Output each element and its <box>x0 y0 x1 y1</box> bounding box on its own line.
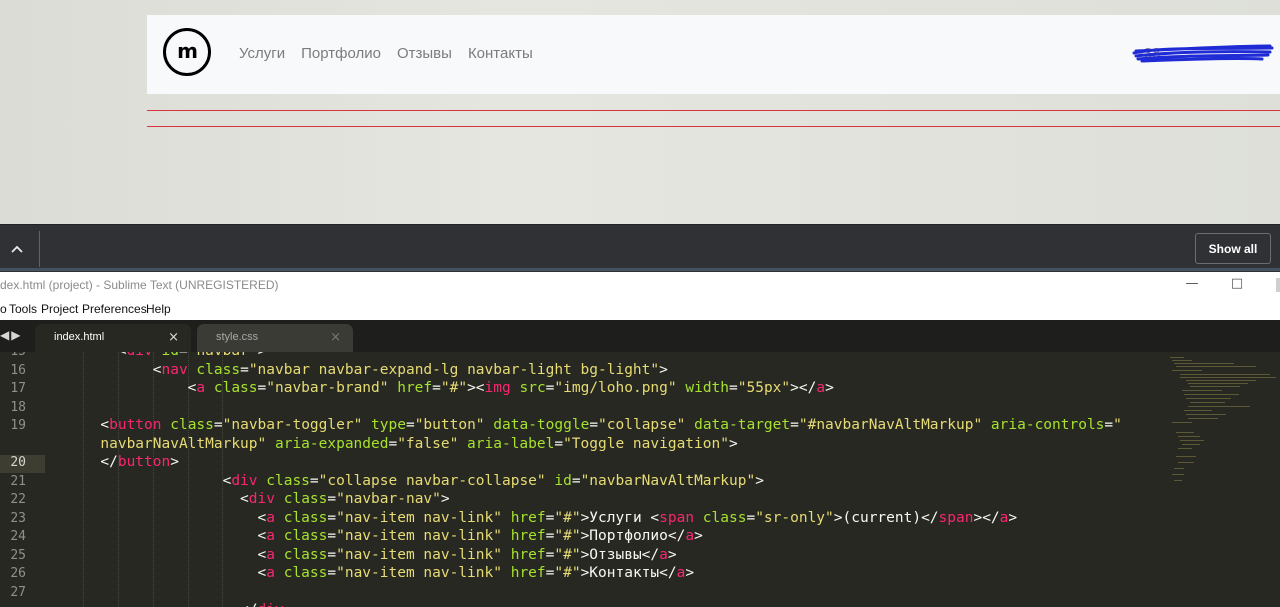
code-line: navbarNavAltMarkup" aria-expanded="false… <box>48 435 738 452</box>
site-nav-links: Услуги Портфолио Отзывы Контакты <box>239 45 549 62</box>
line-number: 15 <box>0 352 26 359</box>
window-edge-shadow <box>0 268 1280 271</box>
red-rule-bottom <box>147 126 1280 127</box>
minimap-line <box>1182 444 1200 445</box>
close-icon[interactable]: × <box>168 330 179 345</box>
menu-preferences[interactable]: Preferences <box>82 302 147 316</box>
show-all-button[interactable]: Show all <box>1195 233 1271 264</box>
line-number: 23 <box>10 510 26 526</box>
minimap-line <box>1170 357 1184 358</box>
tab-style-css[interactable]: style.css × <box>197 324 353 352</box>
line-number: 22 <box>10 492 26 507</box>
minimap-line <box>1184 410 1212 411</box>
minimap-line <box>1178 436 1200 437</box>
code-editor[interactable]: 15 16 17 18 19 20 21 22 23 24 25 26 27 <div id="navb… <box>0 352 1280 607</box>
download-bar-divider <box>39 231 40 267</box>
line-number: 21 <box>10 473 26 489</box>
code-line: <a class="nav-item nav-link" href="#">Ус… <box>48 509 1018 526</box>
minimap-line <box>1174 363 1234 364</box>
minimap-line <box>1172 360 1192 361</box>
tab-scroll-arrows-icon[interactable]: ◀▶ <box>0 328 22 342</box>
menu-tools[interactable]: Tools <box>9 302 37 316</box>
minimap-line <box>1172 474 1184 475</box>
close-icon[interactable] <box>1276 278 1280 292</box>
brand-logo[interactable]: m <box>163 28 211 76</box>
menu-project[interactable]: Project <box>41 302 78 316</box>
line-number: 19 <box>10 418 26 433</box>
minimap-line <box>1178 462 1194 463</box>
minimap-line <box>1172 422 1192 423</box>
menu-help[interactable]: Help <box>146 302 171 316</box>
minimap-line <box>1174 480 1182 481</box>
code-line: <div class="navbar-nav"> <box>48 491 450 507</box>
line-number-gutter: 15 16 17 18 19 20 21 22 23 24 25 26 27 <box>0 352 46 607</box>
tab-index-html[interactable]: index.html × <box>35 324 191 352</box>
line-number: 17 <box>10 381 26 396</box>
minimap-line <box>1172 370 1202 371</box>
line-number: 20 <box>10 455 26 470</box>
tab-label: index.html <box>54 331 105 343</box>
minimap-line <box>1188 418 1218 419</box>
menu-go[interactable]: o <box>0 302 7 316</box>
minimap-line <box>1176 366 1256 367</box>
minimap-line <box>1174 468 1184 469</box>
minimap-line <box>1184 394 1239 395</box>
close-icon[interactable]: × <box>330 330 341 345</box>
code-line: </button> <box>48 454 179 470</box>
minimap-line <box>1190 402 1225 403</box>
nav-link-contacts[interactable]: Контакты <box>468 45 533 62</box>
minimap-line <box>1188 406 1250 407</box>
code-line: <button class="navbar-toggler" type="but… <box>48 417 1122 433</box>
minimap-line <box>1176 432 1194 433</box>
red-rule-top <box>147 110 1280 111</box>
redaction-scribble <box>1132 44 1274 63</box>
tab-label: style.css <box>216 331 259 343</box>
code-line: <div id="navbar"> <box>48 352 266 359</box>
line-number: 25 <box>10 547 26 563</box>
nav-link-portfolio[interactable]: Портфолио <box>301 45 381 62</box>
chevron-up-icon[interactable] <box>6 239 28 259</box>
minimap[interactable] <box>1166 352 1280 492</box>
tab-bar: ◀▶ index.html × style.css × <box>0 320 1280 352</box>
code-line: <a class="nav-item nav-link" href="#">Ко… <box>48 565 695 581</box>
minimap-line <box>1180 377 1276 378</box>
minimap-line <box>1186 380 1256 381</box>
minimap-line <box>1190 386 1240 387</box>
brand-logo-text: m <box>177 38 198 63</box>
minimap-line <box>1180 374 1270 375</box>
line-number: 24 <box>10 529 26 544</box>
code-line: </div <box>48 602 284 607</box>
nav-link-services[interactable]: Услуги <box>239 45 285 62</box>
code-line: <a class="nav-item nav-link" href="#">По… <box>48 528 703 544</box>
minimap-line <box>1178 448 1192 449</box>
minimap-line <box>1186 414 1226 415</box>
code-line: <a class="nav-item nav-link" href="#">От… <box>48 546 677 563</box>
code-line: <a class="navbar-brand" href="#"><img sr… <box>48 380 834 396</box>
minimap-line <box>1186 398 1231 399</box>
code-line: <nav class="navbar navbar-expand-lg navb… <box>48 361 668 378</box>
line-number: 26 <box>10 566 26 581</box>
browser-page-preview: m Услуги Портфолио Отзывы Контакты +38 <box>0 0 1280 224</box>
window-title: dex.html (project) - Sublime Text (UNREG… <box>0 278 279 292</box>
minimize-icon[interactable]: — <box>1183 276 1201 291</box>
sublime-titlebar: dex.html (project) - Sublime Text (UNREG… <box>0 272 1280 298</box>
site-navbar: m Услуги Портфолио Отзывы Контакты +38 <box>147 15 1280 94</box>
line-number: 16 <box>10 362 26 378</box>
minimap-line <box>1176 456 1196 457</box>
download-bar: Show all <box>0 224 1280 272</box>
line-number: 27 <box>10 584 26 600</box>
line-number: 18 <box>10 399 26 415</box>
sublime-menubar: o Tools Project Preferences Help <box>0 298 1280 320</box>
minimap-line <box>1180 440 1204 441</box>
nav-link-reviews[interactable]: Отзывы <box>397 45 452 62</box>
maximize-icon[interactable]: □ <box>1228 276 1246 291</box>
minimap-line <box>1182 390 1222 391</box>
minimap-line <box>1188 383 1248 384</box>
code-line: <div class="collapse navbar-collapse" id… <box>48 472 764 489</box>
